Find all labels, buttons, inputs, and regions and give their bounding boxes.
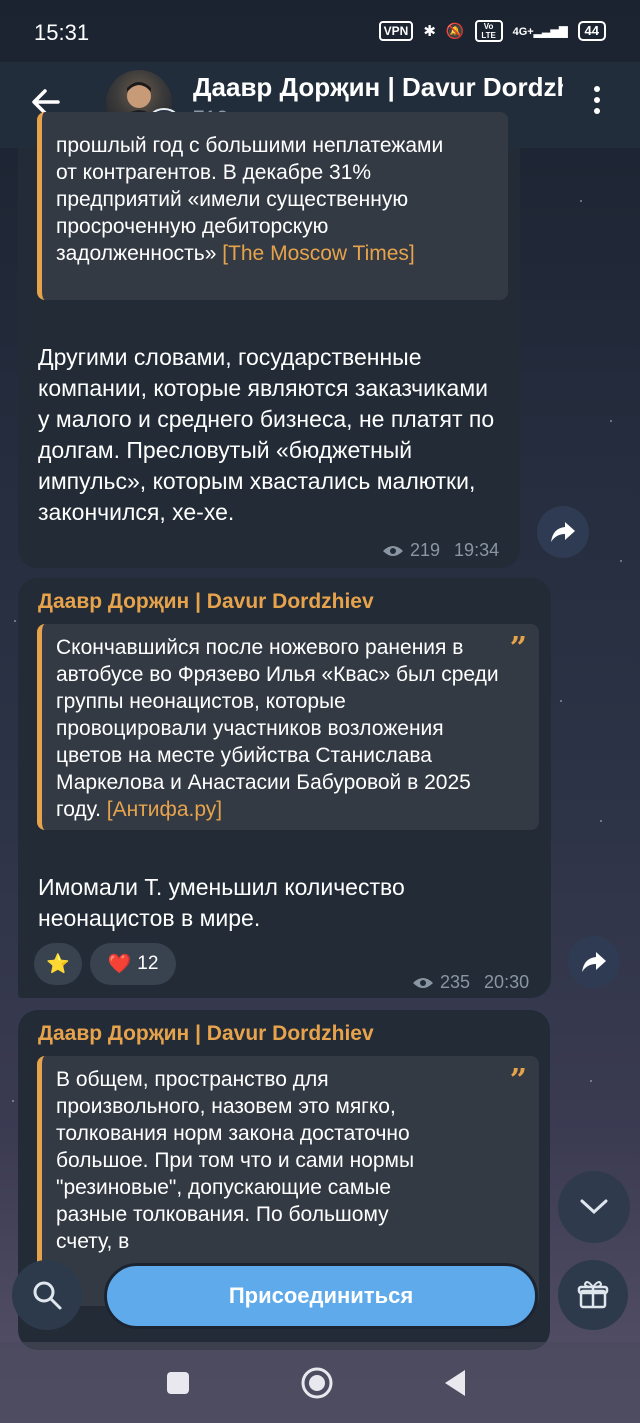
- vpn-icon: VPN: [378, 21, 414, 41]
- share-button[interactable]: [537, 506, 589, 558]
- message-time: 20:30: [484, 972, 530, 992]
- back-triangle-icon[interactable]: [439, 1366, 473, 1400]
- search-button[interactable]: [12, 1260, 82, 1330]
- message-text: Другими словами, государственные компани…: [38, 344, 495, 525]
- message-time: 19:34: [454, 540, 500, 560]
- channel-title[interactable]: Даавр Дорҗин | Davur Dordzhiev: [193, 72, 563, 103]
- eye-icon: [413, 977, 433, 988]
- quote-text: Скончавшийся после ножевого ранения в ав…: [56, 636, 499, 821]
- join-button[interactable]: Присоединиться: [104, 1263, 538, 1329]
- heart-icon: ❤️: [107, 954, 132, 975]
- message-text: Имомали Т. уменьшил количество неонацист…: [38, 874, 405, 931]
- quote-mark-icon: ”: [509, 631, 527, 666]
- message-author[interactable]: Даавр Дорҗин | Davur Dordzhiev: [38, 590, 374, 614]
- share-arrow-icon: [551, 522, 575, 542]
- home-icon[interactable]: [300, 1366, 334, 1400]
- eye-icon: [383, 545, 403, 556]
- gift-icon: [577, 1281, 609, 1309]
- quote-text: прошлый год с большими неплатежами от ко…: [56, 134, 444, 265]
- share-arrow-icon: [582, 952, 606, 972]
- gift-button[interactable]: [558, 1260, 628, 1330]
- view-count: 219: [410, 540, 441, 560]
- volte-icon: Vo LTE: [474, 20, 503, 42]
- share-button[interactable]: [568, 936, 620, 988]
- more-menu-icon[interactable]: [594, 86, 604, 119]
- mute-icon: 🔕: [445, 23, 465, 40]
- status-icons: VPN ✱ 🔕 Vo LTE 4G+▂▃▅▇ 44: [378, 20, 606, 42]
- signal-icon: 4G+▂▃▅▇: [512, 25, 568, 38]
- status-time: 15:31: [34, 20, 90, 45]
- bluetooth-icon: ✱: [423, 23, 436, 40]
- quote-block: ” Скончавшийся после ножевого ранения в …: [37, 624, 539, 830]
- status-bar: 15:31 VPN ✱ 🔕 Vo LTE 4G+▂▃▅▇ 44: [0, 0, 640, 62]
- quote-block: прошлый год с большими неплатежами от ко…: [37, 112, 508, 300]
- reaction-heart[interactable]: ❤️ 12: [90, 943, 176, 985]
- message-meta: 235 20:30: [412, 972, 529, 993]
- message-meta: 219 19:34: [382, 540, 499, 561]
- reaction-count: 12: [137, 953, 159, 974]
- scroll-down-button[interactable]: [558, 1171, 630, 1243]
- recents-icon[interactable]: [161, 1366, 195, 1400]
- quote-source-link[interactable]: [The Moscow Times]: [222, 242, 415, 265]
- chevron-down-icon: [580, 1199, 608, 1215]
- star-icon: ⭐: [46, 954, 70, 975]
- reaction-star[interactable]: ⭐: [34, 943, 82, 985]
- quote-text: В общем, пространство для произвольного,…: [56, 1068, 415, 1253]
- message-author[interactable]: Даавр Дорҗин | Davur Dordzhiev: [38, 1022, 374, 1046]
- quote-source-link[interactable]: [Антифа.ру]: [107, 798, 222, 821]
- battery-icon: 44: [577, 21, 606, 41]
- quote-mark-icon: ”: [509, 1063, 527, 1098]
- search-icon: [33, 1281, 62, 1310]
- view-count: 235: [440, 972, 471, 992]
